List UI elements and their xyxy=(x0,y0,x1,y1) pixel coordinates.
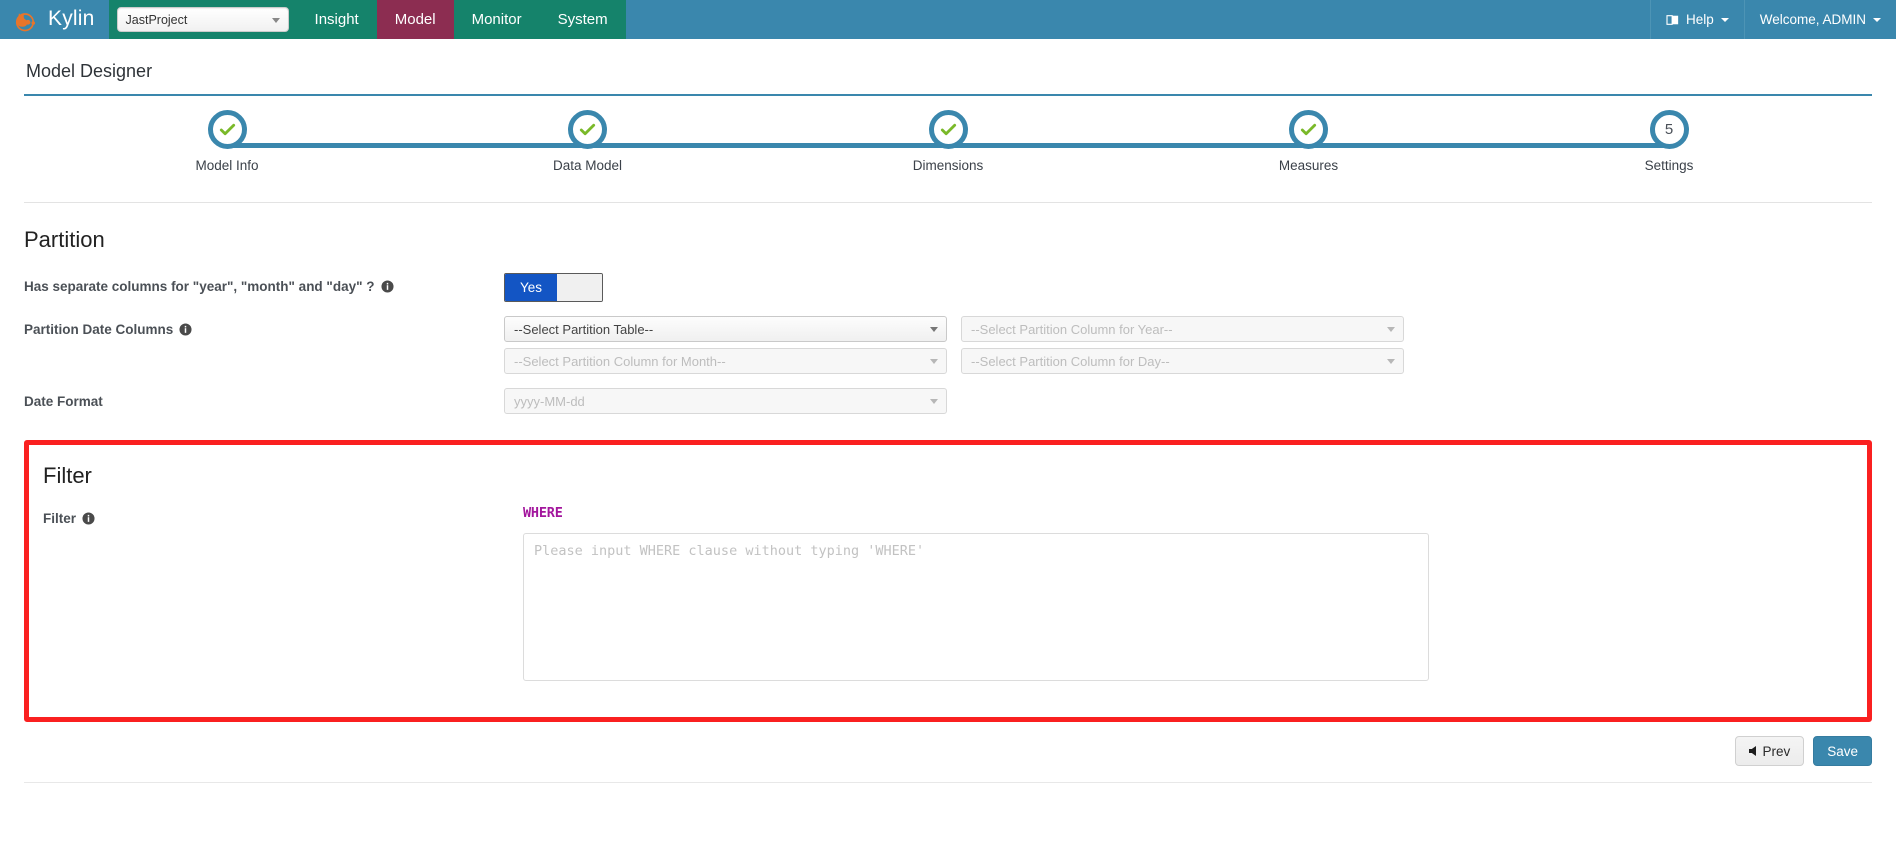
project-selector-value: JastProject xyxy=(125,12,188,27)
nav-item-insight[interactable]: Insight xyxy=(296,0,377,39)
project-selector-container: JastProject xyxy=(108,0,297,39)
partition-date-columns-label-wrap: Partition Date Columns xyxy=(24,316,504,337)
filter-section-highlight: Filter Filter WHERE xyxy=(24,440,1872,722)
separate-columns-label: Has separate columns for "year", "month"… xyxy=(24,279,375,294)
wizard-step-measures[interactable]: Measures xyxy=(1274,110,1344,173)
chevron-down-icon xyxy=(930,399,938,404)
top-navbar: Kylin JastProject Insight Model Monitor … xyxy=(0,0,1896,39)
user-label: Welcome, ADMIN xyxy=(1759,12,1866,27)
save-button[interactable]: Save xyxy=(1813,736,1872,766)
filter-row: Filter WHERE xyxy=(43,505,1867,681)
where-label: WHERE xyxy=(523,505,563,521)
step-circle xyxy=(207,110,247,149)
prev-button-label: Prev xyxy=(1762,743,1791,759)
chevron-down-icon xyxy=(930,359,938,364)
select-date-format[interactable]: yyyy-MM-dd xyxy=(504,388,947,414)
partition-date-columns-label: Partition Date Columns xyxy=(24,322,174,337)
save-button-label: Save xyxy=(1827,743,1858,759)
prev-button[interactable]: Prev xyxy=(1735,736,1805,766)
check-icon xyxy=(940,123,956,136)
step-label: Data Model xyxy=(552,158,623,173)
step-circle xyxy=(568,110,607,149)
chevron-down-icon xyxy=(930,327,938,332)
select-partition-column-day-value: --Select Partition Column for Day-- xyxy=(971,353,1170,369)
footer-actions: Prev Save xyxy=(24,722,1872,766)
info-icon[interactable] xyxy=(82,512,95,525)
info-icon[interactable] xyxy=(179,323,192,336)
date-format-field: yyyy-MM-dd xyxy=(504,388,947,414)
select-date-format-value: yyyy-MM-dd xyxy=(514,393,585,409)
help-label: Help xyxy=(1685,12,1714,27)
where-clause-input[interactable] xyxy=(523,533,1429,681)
filter-label: Filter xyxy=(43,511,77,526)
nav-item-system[interactable]: System xyxy=(539,0,626,39)
filter-field: WHERE xyxy=(523,505,1429,681)
separate-columns-row: Has separate columns for "year", "month"… xyxy=(24,273,1872,302)
check-icon xyxy=(579,123,596,136)
help-menu[interactable]: Help xyxy=(1649,0,1744,39)
wizard-step-data-model[interactable]: Data Model xyxy=(553,110,623,173)
filter-label-wrap: Filter xyxy=(43,505,523,526)
partition-date-columns-row: Partition Date Columns --Select Partitio… xyxy=(24,316,1872,374)
book-icon xyxy=(1666,14,1679,25)
footer-divider xyxy=(24,782,1872,783)
arrow-left-icon xyxy=(1749,746,1757,756)
filter-section-title: Filter xyxy=(43,463,92,488)
select-partition-table-value: --Select Partition Table-- xyxy=(514,321,654,337)
user-menu[interactable]: Welcome, ADMIN xyxy=(1743,0,1896,39)
step-circle xyxy=(928,110,968,149)
date-format-label: Date Format xyxy=(24,394,103,409)
toggle-track-off xyxy=(557,274,602,301)
step-number: 5 xyxy=(1664,121,1674,138)
separate-columns-label-wrap: Has separate columns for "year", "month"… xyxy=(24,273,504,294)
page-title: Model Designer xyxy=(26,61,153,81)
select-partition-column-year-value: --Select Partition Column for Year-- xyxy=(971,321,1173,337)
wizard-step-dimensions[interactable]: Dimensions xyxy=(913,110,983,173)
date-format-label-wrap: Date Format xyxy=(24,388,504,409)
step-label: Measures xyxy=(1278,158,1339,173)
chevron-down-icon xyxy=(1387,327,1395,332)
step-label: Dimensions xyxy=(912,158,984,173)
step-label: Settings xyxy=(1644,158,1694,173)
select-partition-column-day[interactable]: --Select Partition Column for Day-- xyxy=(961,348,1404,374)
select-partition-column-month-value: --Select Partition Column for Month-- xyxy=(514,353,726,369)
title-divider xyxy=(24,94,1872,96)
project-selector[interactable]: JastProject xyxy=(116,7,289,32)
brand-text: Kylin xyxy=(48,7,95,30)
info-icon[interactable] xyxy=(380,280,394,293)
select-partition-column-year[interactable]: --Select Partition Column for Year-- xyxy=(961,316,1404,342)
step-label: Model Info xyxy=(195,158,259,173)
wizard-step-settings[interactable]: 5 Settings xyxy=(1634,110,1704,173)
chevron-down-icon xyxy=(1720,17,1729,22)
wizard-steps: Model Info Data Model Dimensions Measure… xyxy=(24,110,1872,202)
wizard-divider xyxy=(24,202,1872,203)
nav-item-monitor[interactable]: Monitor xyxy=(453,0,540,39)
check-icon xyxy=(1300,123,1317,136)
page-body: Model Designer Model Info Data Model Dim… xyxy=(0,61,1896,783)
brand[interactable]: Kylin xyxy=(0,0,109,39)
step-circle xyxy=(1289,110,1328,149)
partition-date-columns-fields: --Select Partition Table-- --Select Part… xyxy=(504,316,1404,374)
main-nav: Insight Model Monitor System xyxy=(296,0,626,39)
kylin-logo-icon xyxy=(15,12,36,31)
separate-columns-toggle[interactable]: Yes xyxy=(504,273,603,302)
wizard-step-model-info[interactable]: Model Info xyxy=(192,110,262,173)
select-partition-table[interactable]: --Select Partition Table-- xyxy=(504,316,947,342)
chevron-down-icon xyxy=(271,17,280,23)
nav-right: Help Welcome, ADMIN xyxy=(1649,0,1896,39)
select-partition-column-month[interactable]: --Select Partition Column for Month-- xyxy=(504,348,947,374)
toggle-yes-label: Yes xyxy=(505,274,557,301)
date-format-row: Date Format yyyy-MM-dd xyxy=(24,388,1872,414)
nav-item-model[interactable]: Model xyxy=(376,0,454,39)
step-circle: 5 xyxy=(1649,110,1689,149)
chevron-down-icon xyxy=(1387,359,1395,364)
partition-section-title: Partition xyxy=(24,227,105,252)
check-icon xyxy=(219,123,235,136)
chevron-down-icon xyxy=(1873,17,1881,22)
